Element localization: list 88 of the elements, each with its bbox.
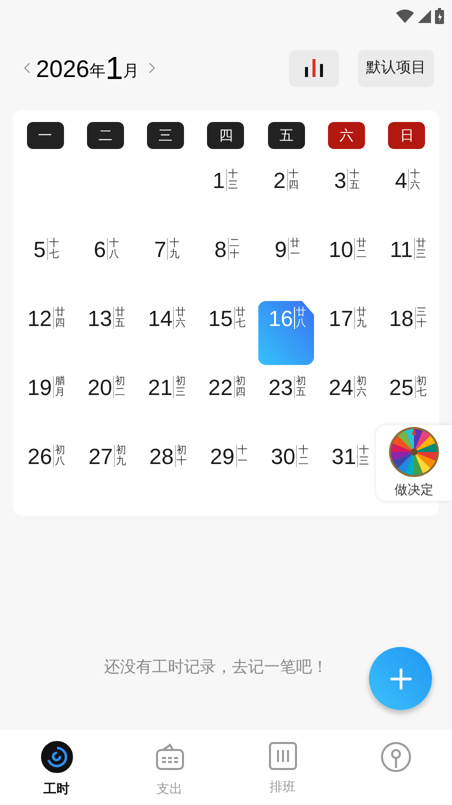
day-number: 29 — [210, 443, 235, 471]
statistics-button[interactable] — [289, 50, 339, 86]
day-number: 6 — [94, 236, 106, 264]
lunar-date: 十六 — [408, 169, 418, 191]
lunar-date: 廿一 — [288, 238, 298, 260]
day-number: 10 — [328, 236, 354, 264]
day-number: 19 — [27, 374, 52, 402]
lunar-date: 初六 — [354, 376, 364, 398]
lunar-date: 十五 — [347, 169, 358, 191]
project-button[interactable]: 默认项目 — [358, 50, 434, 86]
day-number: 27 — [88, 443, 113, 471]
person-icon — [380, 741, 412, 773]
lunar-date: 初九 — [114, 445, 124, 467]
lunar-date: 二十 — [228, 238, 238, 260]
day-number: 24 — [328, 374, 354, 402]
lunar-date: 初七 — [414, 376, 425, 398]
lunar-date: 十七 — [46, 238, 57, 260]
weekday-label: 日 — [388, 122, 426, 149]
year-unit: 年 — [89, 62, 106, 82]
day-number: 5 — [34, 236, 46, 264]
lunar-date: 十一 — [236, 445, 246, 467]
day-number: 2 — [273, 167, 286, 195]
lunar-date: 廿六 — [173, 307, 184, 329]
lunar-date: 廿五 — [113, 307, 124, 329]
day-number: 21 — [148, 374, 172, 402]
lunar-date: 三十 — [414, 307, 425, 329]
day-number: 18 — [389, 305, 414, 333]
clock-icon — [40, 741, 72, 773]
weekday-label: 四 — [207, 122, 244, 149]
spinning-wheel-icon — [388, 426, 440, 478]
day-number: 22 — [208, 374, 233, 402]
lunar-date: 十三 — [226, 169, 236, 191]
day-number: 14 — [148, 305, 172, 333]
lunar-date: 初十 — [174, 445, 185, 467]
lunar-date: 初二 — [113, 376, 124, 398]
day-number: 28 — [149, 443, 174, 471]
wallet-icon — [154, 741, 186, 773]
month-number: 1 — [105, 52, 124, 84]
lunar-date: 初八 — [53, 445, 64, 467]
day-number: 23 — [268, 374, 293, 402]
day-number: 31 — [332, 443, 356, 471]
day-number: 11 — [390, 236, 413, 264]
lunar-date: 廿四 — [52, 307, 63, 329]
weekday-label: 六 — [328, 122, 366, 149]
day-number: 17 — [328, 305, 354, 333]
lunar-date: 初三 — [173, 376, 184, 398]
day-number: 26 — [28, 443, 52, 471]
battery-icon — [435, 8, 444, 24]
nav-tab[interactable]: 工时 — [0, 730, 113, 805]
decide-widget[interactable]: 做决定 — [376, 425, 452, 501]
weekday-label: 五 — [268, 122, 305, 149]
day-number: 7 — [154, 236, 166, 264]
day-number: 4 — [394, 167, 408, 195]
day-number: 9 — [274, 236, 287, 264]
lunar-date: 廿二 — [354, 238, 364, 260]
day-number: 8 — [214, 236, 227, 264]
lunar-date: 廿八 — [294, 307, 304, 329]
lunar-date: 十九 — [167, 238, 178, 260]
lunar-date: 十三 — [357, 445, 368, 467]
lunar-date: 初四 — [234, 376, 244, 398]
empty-message: 还没有工时记录，去记一笔吧！ — [104, 658, 328, 678]
day-number: 12 — [27, 305, 52, 333]
weekday-label: 一 — [26, 122, 64, 149]
lunar-date: 十八 — [107, 238, 118, 260]
day-number: 1 — [212, 167, 225, 195]
lunar-date: 十二 — [296, 445, 306, 467]
month-unit: 月 — [123, 62, 140, 82]
bar-chart-icon — [304, 59, 324, 77]
lunar-date: 十四 — [286, 169, 297, 191]
lunar-date: 廿九 — [354, 307, 364, 329]
day-number: 25 — [389, 374, 414, 402]
add-button[interactable] — [369, 647, 432, 710]
day-number: 13 — [88, 305, 112, 333]
weekday-label: 二 — [86, 122, 124, 149]
weekday-label: 三 — [147, 122, 184, 149]
lunar-date: 初五 — [294, 376, 304, 398]
lunar-date: 腊月 — [52, 376, 63, 398]
day-number: 20 — [88, 374, 112, 402]
day-number: 15 — [208, 305, 233, 333]
day-number: 30 — [270, 443, 296, 471]
year-number: 2026 — [36, 56, 90, 84]
columns-icon — [268, 741, 298, 771]
lunar-date: 廿三 — [414, 238, 424, 260]
signal-icon — [418, 10, 431, 22]
day-number: 16 — [268, 305, 293, 333]
day-number: 3 — [334, 167, 346, 195]
wifi-icon — [396, 9, 414, 23]
lunar-date: 廿七 — [234, 307, 244, 329]
